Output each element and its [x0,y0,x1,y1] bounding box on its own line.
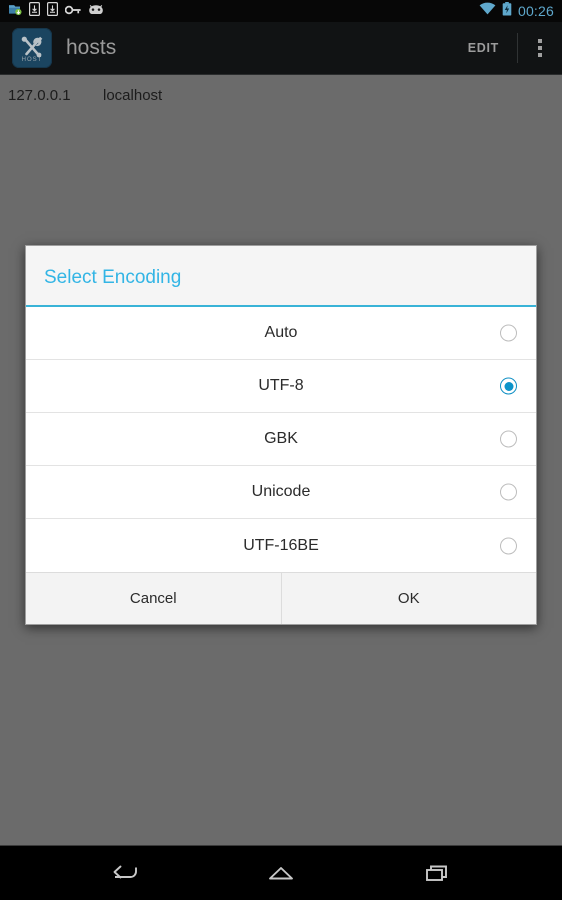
action-bar: HOST hosts EDIT [0,22,562,75]
overflow-dot [538,39,542,43]
encoding-option-utf-16be[interactable]: UTF-16BE [26,519,536,572]
encoding-option-list: Auto UTF-8 GBK Unicode UTF-16BE [26,307,536,572]
host-ip: 127.0.0.1 [8,87,71,104]
edit-button[interactable]: EDIT [450,22,517,74]
overflow-menu-icon[interactable] [518,22,562,74]
select-encoding-dialog: Select Encoding Auto UTF-8 GBK Unicode U… [25,245,537,625]
encoding-option-label: UTF-16BE [243,536,319,554]
recent-apps-icon[interactable] [409,852,465,894]
encoding-option-label: UTF-8 [258,377,304,394]
encoding-option-utf-8[interactable]: UTF-8 [26,360,536,413]
radio-button-utf-8[interactable] [500,377,517,395]
encoding-option-label: GBK [264,430,298,447]
radio-button-utf-16be[interactable] [500,537,517,554]
battery-charging-icon [502,1,512,21]
ok-button[interactable]: OK [282,573,537,624]
host-entry-row[interactable]: 127.0.0.1 localhost [0,75,562,104]
radio-button-unicode[interactable] [500,483,517,501]
radio-button-gbk[interactable] [500,430,517,448]
hosts-app-icon[interactable]: HOST [12,28,52,68]
status-bar-system-icons: 00:26 [479,1,554,21]
action-bar-actions: EDIT [450,22,562,74]
encoding-option-label: Auto [264,324,298,341]
navigation-bar [0,845,562,900]
back-icon[interactable] [97,852,153,894]
encoding-option-unicode[interactable]: Unicode [26,466,536,519]
cancel-button[interactable]: Cancel [26,573,281,624]
wrench-screwdriver-icon [19,36,45,58]
dialog-button-bar: Cancel OK [26,572,536,624]
status-bar-notification-icons [8,1,104,21]
page-title: hosts [66,36,117,59]
home-icon[interactable] [253,852,309,894]
status-bar-clock: 00:26 [517,3,554,19]
overflow-dot [538,53,542,57]
wifi-icon [479,2,496,20]
dialog-title-bar: Select Encoding [26,246,536,307]
status-bar: 00:26 [0,0,562,22]
android-screen: 00:26 HOST hosts EDIT 127.0.0.1 localhos… [0,0,562,900]
download-icon-1 [29,1,41,21]
overflow-dot [538,46,542,50]
cyanogenmod-icon [88,2,104,20]
encoding-option-auto[interactable]: Auto [26,307,536,360]
encoding-option-gbk[interactable]: GBK [26,413,536,466]
download-icon-2 [47,1,59,21]
host-hostname: localhost [103,87,163,104]
app-update-icon [8,2,22,21]
encoding-option-label: Unicode [251,483,311,500]
vpn-key-icon [64,2,81,20]
dialog-title: Select Encoding [44,267,182,288]
radio-button-auto[interactable] [500,324,517,342]
